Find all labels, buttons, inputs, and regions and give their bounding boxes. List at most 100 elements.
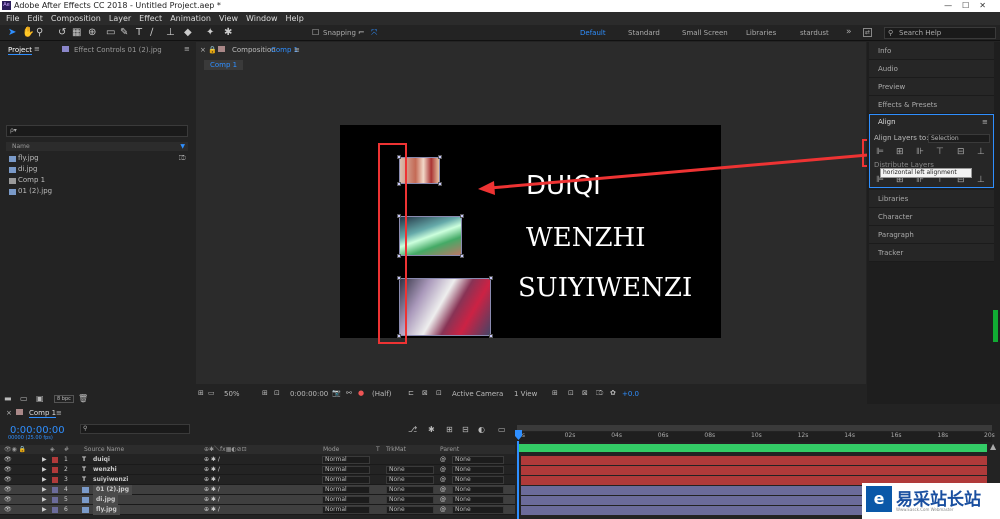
parent-dropdown[interactable]: None: [452, 486, 504, 494]
track-matte-dropdown[interactable]: None: [386, 496, 434, 504]
mask-icon[interactable]: ⊡: [274, 389, 280, 397]
color-channel-icon[interactable]: ●: [358, 389, 364, 397]
effect-panel-menu-icon[interactable]: ≡: [184, 45, 190, 53]
selection-tool-icon[interactable]: ➤: [8, 27, 16, 38]
roto-brush-tool-icon[interactable]: ✦: [206, 27, 214, 38]
layer-switches-icon[interactable]: ⊕ ✱ ∕: [204, 475, 220, 485]
menu-animation[interactable]: Animation: [170, 14, 211, 23]
parent-dropdown[interactable]: None: [452, 496, 504, 504]
menu-edit[interactable]: Edit: [27, 14, 43, 23]
timeline-toggle-icon[interactable]: ⊠: [582, 389, 588, 397]
pen-tool-icon[interactable]: ✎: [120, 27, 128, 38]
list-item[interactable]: Comp 1: [6, 175, 188, 186]
timecode-display[interactable]: 0:00:00:00: [290, 390, 328, 398]
always-preview-icon[interactable]: ⊞: [198, 389, 204, 397]
transform-handle[interactable]: [460, 254, 464, 258]
timeline-menu-icon[interactable]: ≡: [56, 409, 62, 417]
blend-mode-dropdown[interactable]: Normal: [322, 486, 370, 494]
region-of-interest-icon[interactable]: ⊏: [408, 389, 414, 397]
parent-dropdown[interactable]: None: [452, 476, 504, 484]
panel-tracker[interactable]: Tracker: [869, 244, 994, 262]
eraser-tool-icon[interactable]: ◆: [184, 27, 192, 38]
parent-dropdown[interactable]: None: [452, 466, 504, 474]
layer-name[interactable]: duiqi: [93, 455, 110, 465]
menu-file[interactable]: File: [6, 14, 19, 23]
layer-switches-icon[interactable]: ⊕ ✱ ∕: [204, 465, 220, 475]
puppet-tool-icon[interactable]: ✱: [224, 27, 232, 38]
work-area-bar[interactable]: [517, 425, 992, 431]
snapping-checkbox[interactable]: ☐: [312, 28, 319, 37]
list-item[interactable]: 01 (2).jpg: [6, 186, 188, 197]
pan-behind-tool-icon[interactable]: ⊕: [88, 27, 96, 38]
table-row[interactable]: 👁 ▶ 3 Tsuiyiwenzi ⊕ ✱ ∕ Normal None @ None: [0, 475, 515, 485]
pick-whip-icon[interactable]: @: [440, 495, 446, 505]
expand-arrow-icon[interactable]: ▶: [42, 455, 47, 465]
flowchart-icon[interactable]: ⎄: [179, 153, 186, 164]
workspace-libraries[interactable]: Libraries: [746, 29, 776, 37]
expand-arrow-icon[interactable]: ▶: [42, 505, 47, 515]
rectangle-tool-icon[interactable]: ▭: [106, 27, 115, 38]
menu-layer[interactable]: Layer: [109, 14, 131, 23]
align-horizontal-center-icon[interactable]: ⊞: [896, 147, 906, 157]
track-matte-dropdown[interactable]: None: [386, 476, 434, 484]
transform-handle[interactable]: [460, 214, 464, 218]
align-panel-menu-icon[interactable]: ≡: [982, 118, 988, 126]
rotate-tool-icon[interactable]: ↺: [58, 27, 66, 38]
interpret-footage-icon[interactable]: ▬: [4, 394, 12, 403]
comp-flow-tab[interactable]: Comp 1: [204, 60, 244, 70]
minimize-icon[interactable]: —: [944, 1, 962, 10]
expand-arrow-icon[interactable]: ▶: [42, 475, 47, 485]
text-layer-wenzhi[interactable]: WENZHI: [526, 223, 645, 253]
eye-icon[interactable]: 👁: [4, 455, 12, 465]
fast-preview-icon[interactable]: ⊡: [568, 389, 574, 397]
zoom-in-icon[interactable]: ▲: [990, 442, 996, 451]
workspace-small-screen[interactable]: Small Screen: [682, 29, 728, 37]
label-color-swatch[interactable]: [52, 497, 58, 503]
blend-mode-dropdown[interactable]: Normal: [322, 496, 370, 504]
frame-blending-icon[interactable]: ⊞: [446, 425, 453, 434]
graph-icon[interactable]: ▭: [498, 425, 506, 434]
view-layout-dropdown[interactable]: 1 View: [514, 390, 537, 398]
transform-handle[interactable]: [489, 334, 493, 338]
list-item[interactable]: fly.jpg ⎄: [6, 153, 188, 164]
menu-composition[interactable]: Composition: [51, 14, 101, 23]
workspace-stardust[interactable]: stardust: [800, 29, 829, 37]
panel-info[interactable]: Info: [869, 42, 994, 60]
parent-dropdown[interactable]: None: [452, 456, 504, 464]
sync-settings-icon[interactable]: ⇄: [863, 28, 873, 37]
eye-icon[interactable]: 👁: [4, 475, 12, 485]
expand-arrow-icon[interactable]: ▶: [42, 465, 47, 475]
layer-name[interactable]: wenzhi: [93, 465, 117, 475]
transform-handle[interactable]: [489, 276, 493, 280]
resolution-dropdown[interactable]: (Half): [372, 390, 391, 398]
panel-menu-icon[interactable]: ≡: [34, 45, 40, 53]
project-search-input[interactable]: ρ▾: [6, 125, 188, 137]
table-row[interactable]: 👁 ▶ 2 Twenzhi ⊕ ✱ ∕ Normal None @ None: [0, 465, 515, 475]
pick-whip-icon[interactable]: @: [440, 455, 446, 465]
name-column-header[interactable]: Name ▼: [6, 142, 188, 151]
tab-effect-controls[interactable]: Effect Controls 01 (2).jpg: [74, 46, 162, 54]
delete-icon[interactable]: 🗑: [78, 394, 88, 403]
panel-effects-presets[interactable]: Effects & Presets: [869, 96, 994, 114]
tab-timeline-comp[interactable]: Comp 1: [29, 409, 57, 418]
pick-whip-icon[interactable]: @: [440, 505, 446, 515]
01-2-image-layer[interactable]: [399, 278, 491, 336]
clone-stamp-tool-icon[interactable]: ⊥: [166, 27, 175, 38]
hand-tool-icon[interactable]: ✋: [22, 27, 34, 38]
table-row[interactable]: 👁 ▶ 4 01 (2).jpg ⊕ ✱ ∕ Normal None @ None: [0, 485, 515, 495]
align-top-icon[interactable]: ⊤: [936, 147, 946, 157]
toggle-pixel-aspect-icon[interactable]: ⊞: [552, 389, 558, 397]
layer-switches-icon[interactable]: ⊕ ✱ ∕: [204, 455, 220, 465]
label-color-swatch[interactable]: [52, 467, 58, 473]
current-time-indicator[interactable]: [517, 441, 519, 519]
panel-character[interactable]: Character: [869, 208, 994, 226]
close-timeline-icon[interactable]: ×: [6, 409, 12, 417]
expand-arrow-icon[interactable]: ▶: [42, 485, 47, 495]
camera-dropdown[interactable]: Active Camera: [452, 390, 503, 398]
bit-depth-button[interactable]: 8 bpc: [54, 395, 74, 403]
composition-panel-menu-icon[interactable]: ≡: [294, 46, 300, 54]
distribute-bottom-icon[interactable]: ⊥: [977, 175, 987, 185]
layer-name[interactable]: suiyiwenzi: [93, 475, 128, 485]
panel-paragraph[interactable]: Paragraph: [869, 226, 994, 244]
transparency-grid-icon[interactable]: ⊠: [422, 389, 428, 397]
